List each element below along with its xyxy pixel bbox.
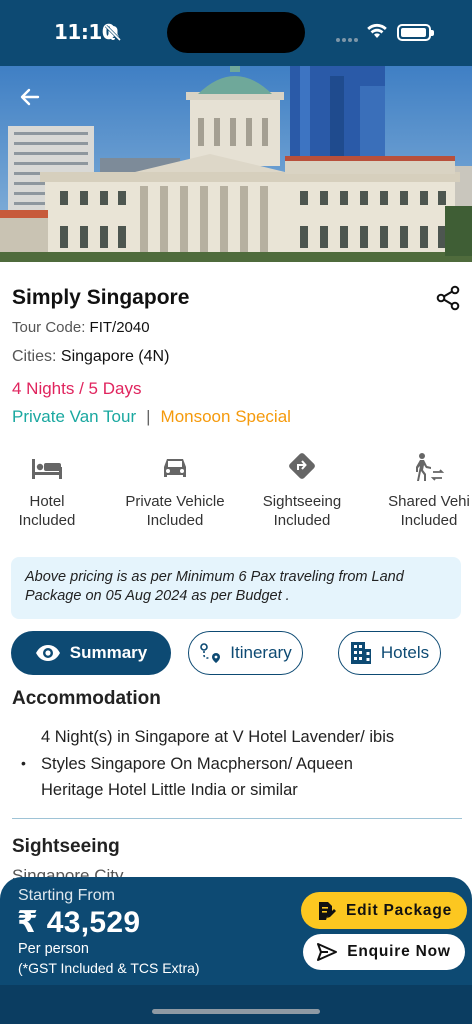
send-icon: [317, 943, 338, 961]
enquire-now-label: Enquire Now: [347, 943, 451, 960]
tag-monsoon: Monsoon Special: [160, 407, 291, 426]
bell-off-icon: [104, 24, 122, 47]
duration: 4 Nights / 5 Days: [12, 379, 142, 398]
tour-code-value: FIT/2040: [89, 319, 150, 336]
accommodation-line-2: Styles Singapore On Macpherson/ Aqueen: [41, 754, 353, 773]
wifi-icon: [366, 22, 388, 45]
hero-image: [0, 66, 472, 262]
inclusion-shared: Shared Vehi Included: [364, 450, 472, 530]
tax-note: (*GST Included & TCS Extra): [18, 960, 200, 976]
cities-value: Singapore (4N): [60, 348, 170, 365]
inclusion-shared-line1: Shared Vehi: [388, 493, 470, 510]
inclusion-hotel: Hotel Included: [0, 450, 112, 530]
tour-code: Tour Code: FIT/2040: [12, 319, 150, 336]
price-value: ₹ 43,529: [17, 906, 141, 939]
inclusion-sightseeing-line1: Sightseeing: [262, 493, 342, 510]
share-icon: [436, 285, 460, 311]
inclusions-row: Hotel Included Private Vehicle Included …: [0, 450, 472, 540]
list-bullet: •: [21, 755, 26, 771]
eye-icon: [35, 645, 60, 661]
starting-from-label: Starting From: [18, 887, 115, 904]
tab-summary-label: Summary: [69, 643, 148, 662]
transfer-icon: [364, 450, 472, 486]
tab-hotels[interactable]: Hotels: [338, 631, 441, 675]
inclusion-vehicle-line1: Private Vehicle: [125, 493, 225, 510]
route-icon: [200, 643, 221, 663]
inclusion-vehicle: Private Vehicle Included: [110, 450, 240, 530]
bed-icon: [0, 450, 112, 486]
inclusion-hotel-line1: Hotel: [29, 493, 65, 510]
tab-itinerary[interactable]: Itinerary: [188, 631, 303, 675]
enquire-now-button[interactable]: Enquire Now: [303, 934, 465, 970]
edit-package-label: Edit Package: [345, 901, 453, 919]
inclusion-sightseeing-line2: Included: [273, 512, 331, 529]
accommodation-line-3: Heritage Hotel Little India or similar: [41, 781, 298, 799]
tour-code-label: Tour Code:: [12, 319, 86, 336]
dynamic-island: [167, 12, 305, 53]
edit-package-button[interactable]: Edit Package: [301, 892, 467, 929]
directions-icon: [237, 450, 367, 486]
back-button[interactable]: [14, 82, 50, 112]
tab-itinerary-label: Itinerary: [230, 643, 292, 662]
battery-icon: [397, 24, 434, 41]
singapore-building-illustration: [0, 66, 472, 262]
bottom-safe-area: [0, 985, 472, 1024]
cities-label: Cities:: [12, 348, 57, 365]
accommodation-title: Accommodation: [12, 688, 161, 709]
cities: Cities: Singapore (4N): [12, 348, 169, 366]
inclusion-vehicle-line2: Included: [146, 512, 204, 529]
signal-dots-icon: [335, 30, 359, 48]
tag-separator: |: [146, 407, 151, 426]
arrow-left-icon: [20, 88, 40, 106]
tab-summary[interactable]: Summary: [11, 631, 171, 675]
inclusion-sightseeing: Sightseeing Included: [237, 450, 367, 530]
sightseeing-title: Sightseeing: [12, 836, 120, 857]
building-icon: [350, 642, 371, 664]
tab-hotels-label: Hotels: [380, 643, 430, 662]
home-indicator[interactable]: [152, 1009, 320, 1014]
inclusion-shared-line2: Included: [400, 512, 458, 529]
package-tags: Private Van Tour | Monsoon Special: [12, 407, 291, 427]
tag-private-van: Private Van Tour: [12, 407, 137, 426]
per-person-label: Per person: [18, 941, 89, 957]
status-bar: 11:10: [0, 0, 472, 66]
pricing-note: Above pricing is as per Minimum 6 Pax tr…: [11, 557, 461, 619]
accommodation-line-1: 4 Night(s) in Singapore at V Hotel Laven…: [41, 728, 395, 746]
accommodation-list: • 4 Night(s) in Singapore at V Hotel Lav…: [19, 724, 459, 804]
inclusion-hotel-line2: Included: [18, 512, 76, 529]
edit-document-icon: [318, 901, 336, 920]
share-button[interactable]: [434, 284, 462, 312]
package-title: Simply Singapore: [12, 286, 190, 309]
section-divider: [12, 818, 462, 819]
car-icon: [110, 450, 240, 486]
